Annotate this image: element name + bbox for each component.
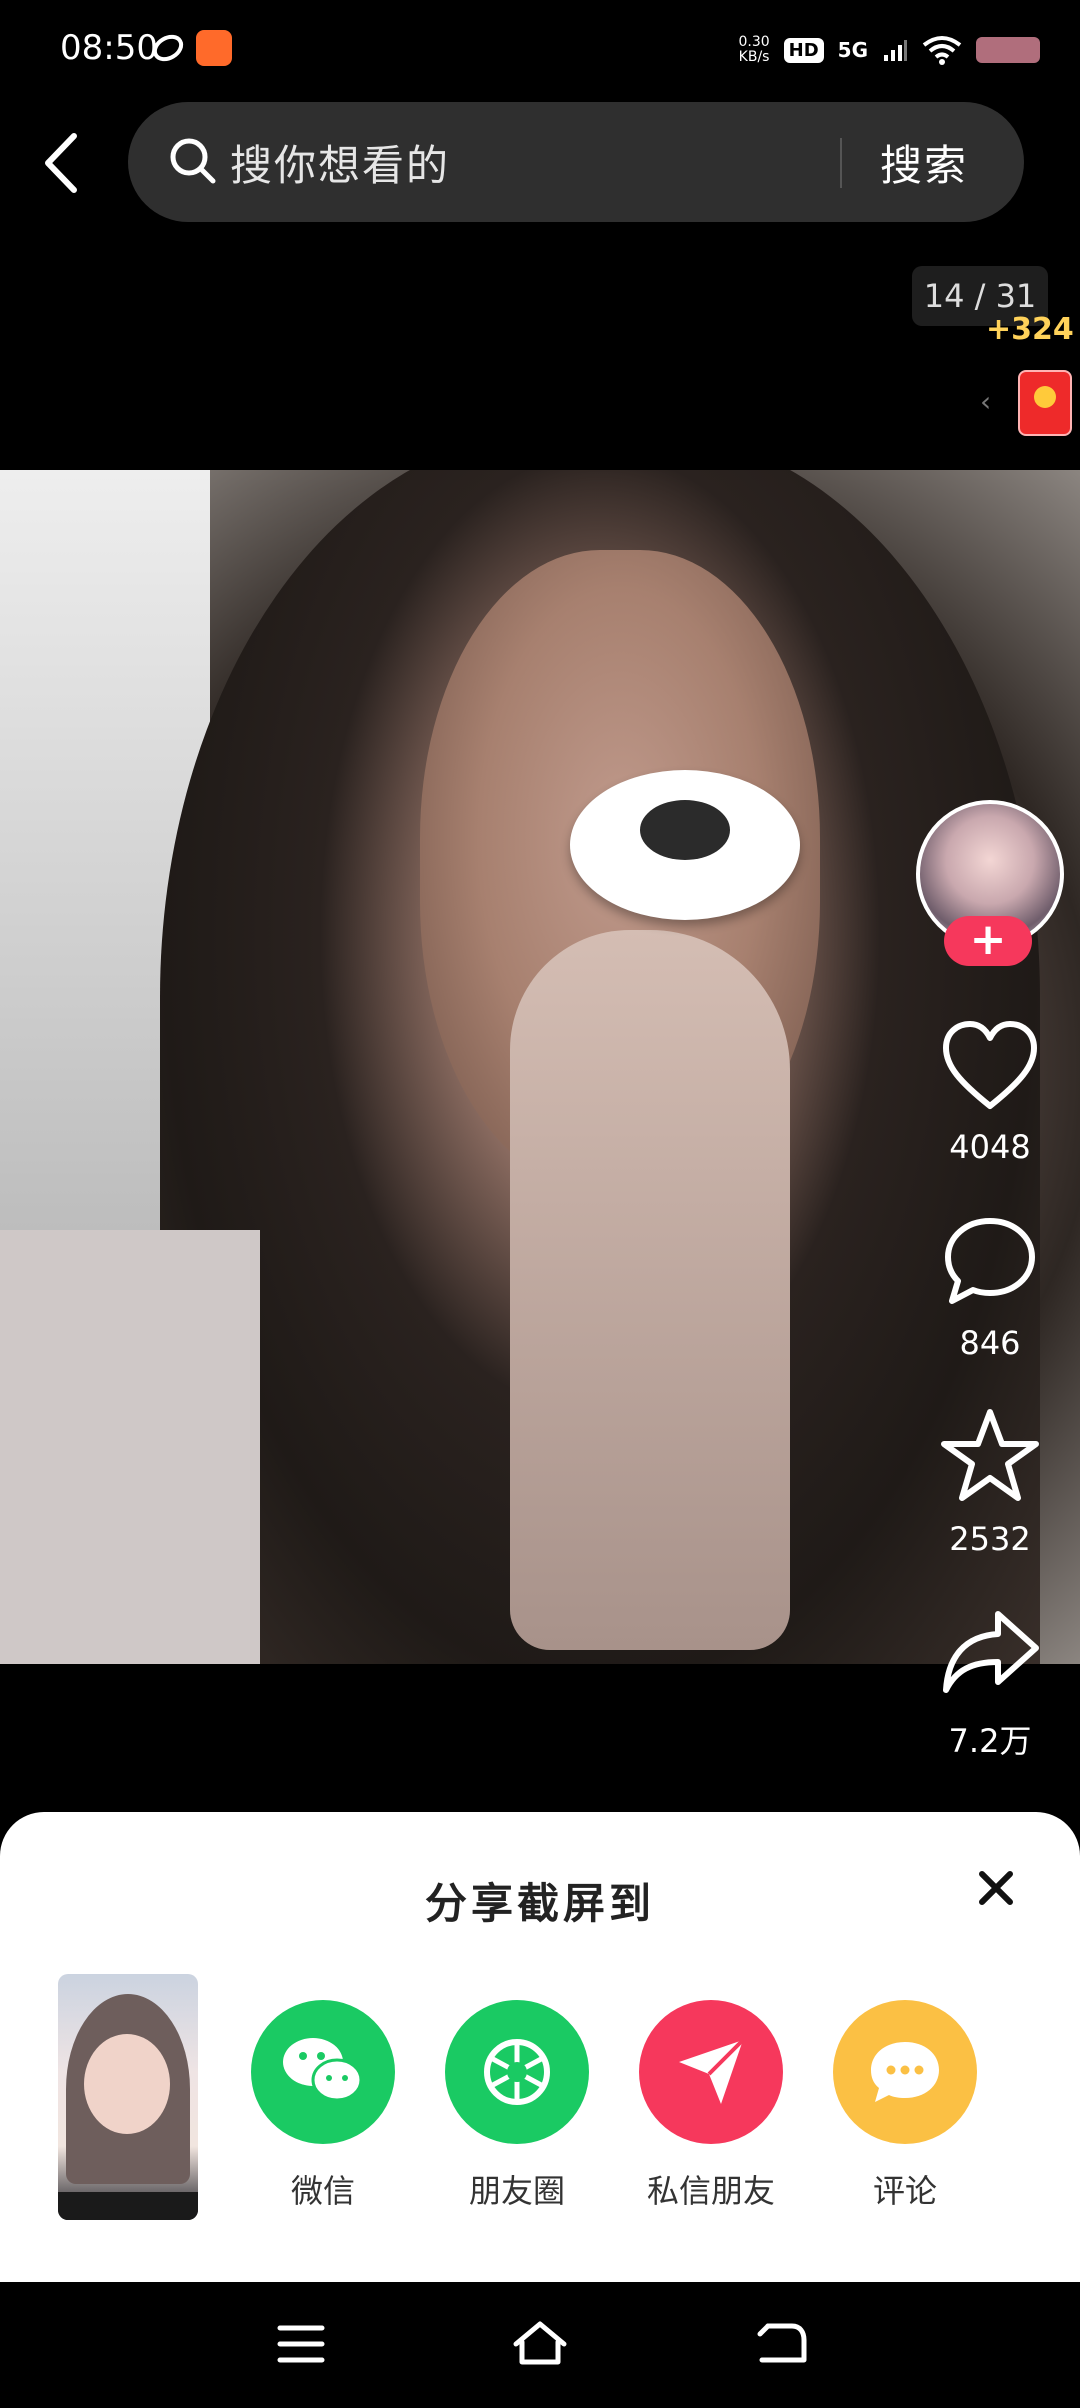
share-label-wechat: 微信 <box>290 2172 355 2210</box>
share-sheet: 分享截屏到 微信 朋友圈 私信朋友 评论 <box>0 1812 1080 2282</box>
comment-bubble-icon <box>833 2000 977 2144</box>
share-label-dm: 私信朋友 <box>646 2172 775 2210</box>
search-icon <box>168 136 218 190</box>
weibo-app-icon <box>150 30 186 66</box>
net-speed-value: 0.30 <box>738 34 770 50</box>
screenshot-thumbnail[interactable] <box>58 1974 198 2220</box>
hd-badge: HD <box>783 37 824 63</box>
like-count: 4048 <box>949 1128 1031 1166</box>
menu-icon[interactable] <box>276 2322 326 2370</box>
comment-icon[interactable] <box>940 1215 1040 1315</box>
share-count: 7.2万 <box>948 1722 1032 1760</box>
search-input[interactable]: 搜你想看的 <box>230 132 450 193</box>
chevron-left-icon[interactable]: ‹ <box>980 385 991 418</box>
close-button[interactable] <box>970 1862 1022 1914</box>
share-target-dm[interactable]: 私信朋友 <box>626 2000 796 2212</box>
send-icon <box>639 2000 783 2144</box>
battery-icon <box>976 37 1040 63</box>
system-nav-bar <box>0 2282 1080 2408</box>
back-nav-icon[interactable] <box>752 2320 808 2372</box>
share-sheet-title: 分享截屏到 <box>424 1879 655 1928</box>
signal-label: 5G <box>837 38 868 62</box>
status-time: 08:50 <box>60 28 158 68</box>
follow-button[interactable]: + <box>944 916 1032 966</box>
back-arrow-icon <box>45 133 77 193</box>
share-target-wechat[interactable]: 微信 <box>238 2000 408 2212</box>
app-notification-icon <box>196 30 232 66</box>
share-target-moments[interactable]: 朋友圈 <box>432 2000 602 2212</box>
post-image[interactable] <box>0 470 1080 1664</box>
favorite-count: 2532 <box>949 1520 1031 1558</box>
net-speed-unit: KB/s <box>738 49 770 65</box>
points-badge: +324 <box>986 312 1074 347</box>
share-label-moments: 朋友圈 <box>468 2172 565 2210</box>
wifi-icon <box>922 36 962 65</box>
moments-icon <box>445 2000 589 2144</box>
search-bar[interactable]: 搜你想看的 搜索 <box>128 102 1024 222</box>
back-button[interactable] <box>38 128 88 198</box>
close-icon <box>979 1871 1013 1905</box>
search-divider <box>840 138 842 188</box>
share-target-comment[interactable]: 评论 <box>820 2000 990 2212</box>
red-packet-icon[interactable] <box>1018 370 1072 436</box>
share-icon[interactable] <box>940 1606 1040 1700</box>
search-button[interactable]: 搜索 <box>880 132 968 193</box>
home-icon[interactable] <box>510 2318 570 2372</box>
share-label-comment: 评论 <box>872 2172 937 2210</box>
signal-icon <box>884 40 907 61</box>
status-icons: 0.30 KB/s HD 5G <box>738 30 1040 70</box>
like-icon[interactable] <box>940 1018 1040 1118</box>
wechat-icon <box>251 2000 395 2144</box>
net-speed: 0.30 KB/s <box>738 35 769 65</box>
comment-count: 846 <box>959 1324 1021 1362</box>
favorite-icon[interactable] <box>940 1406 1040 1510</box>
